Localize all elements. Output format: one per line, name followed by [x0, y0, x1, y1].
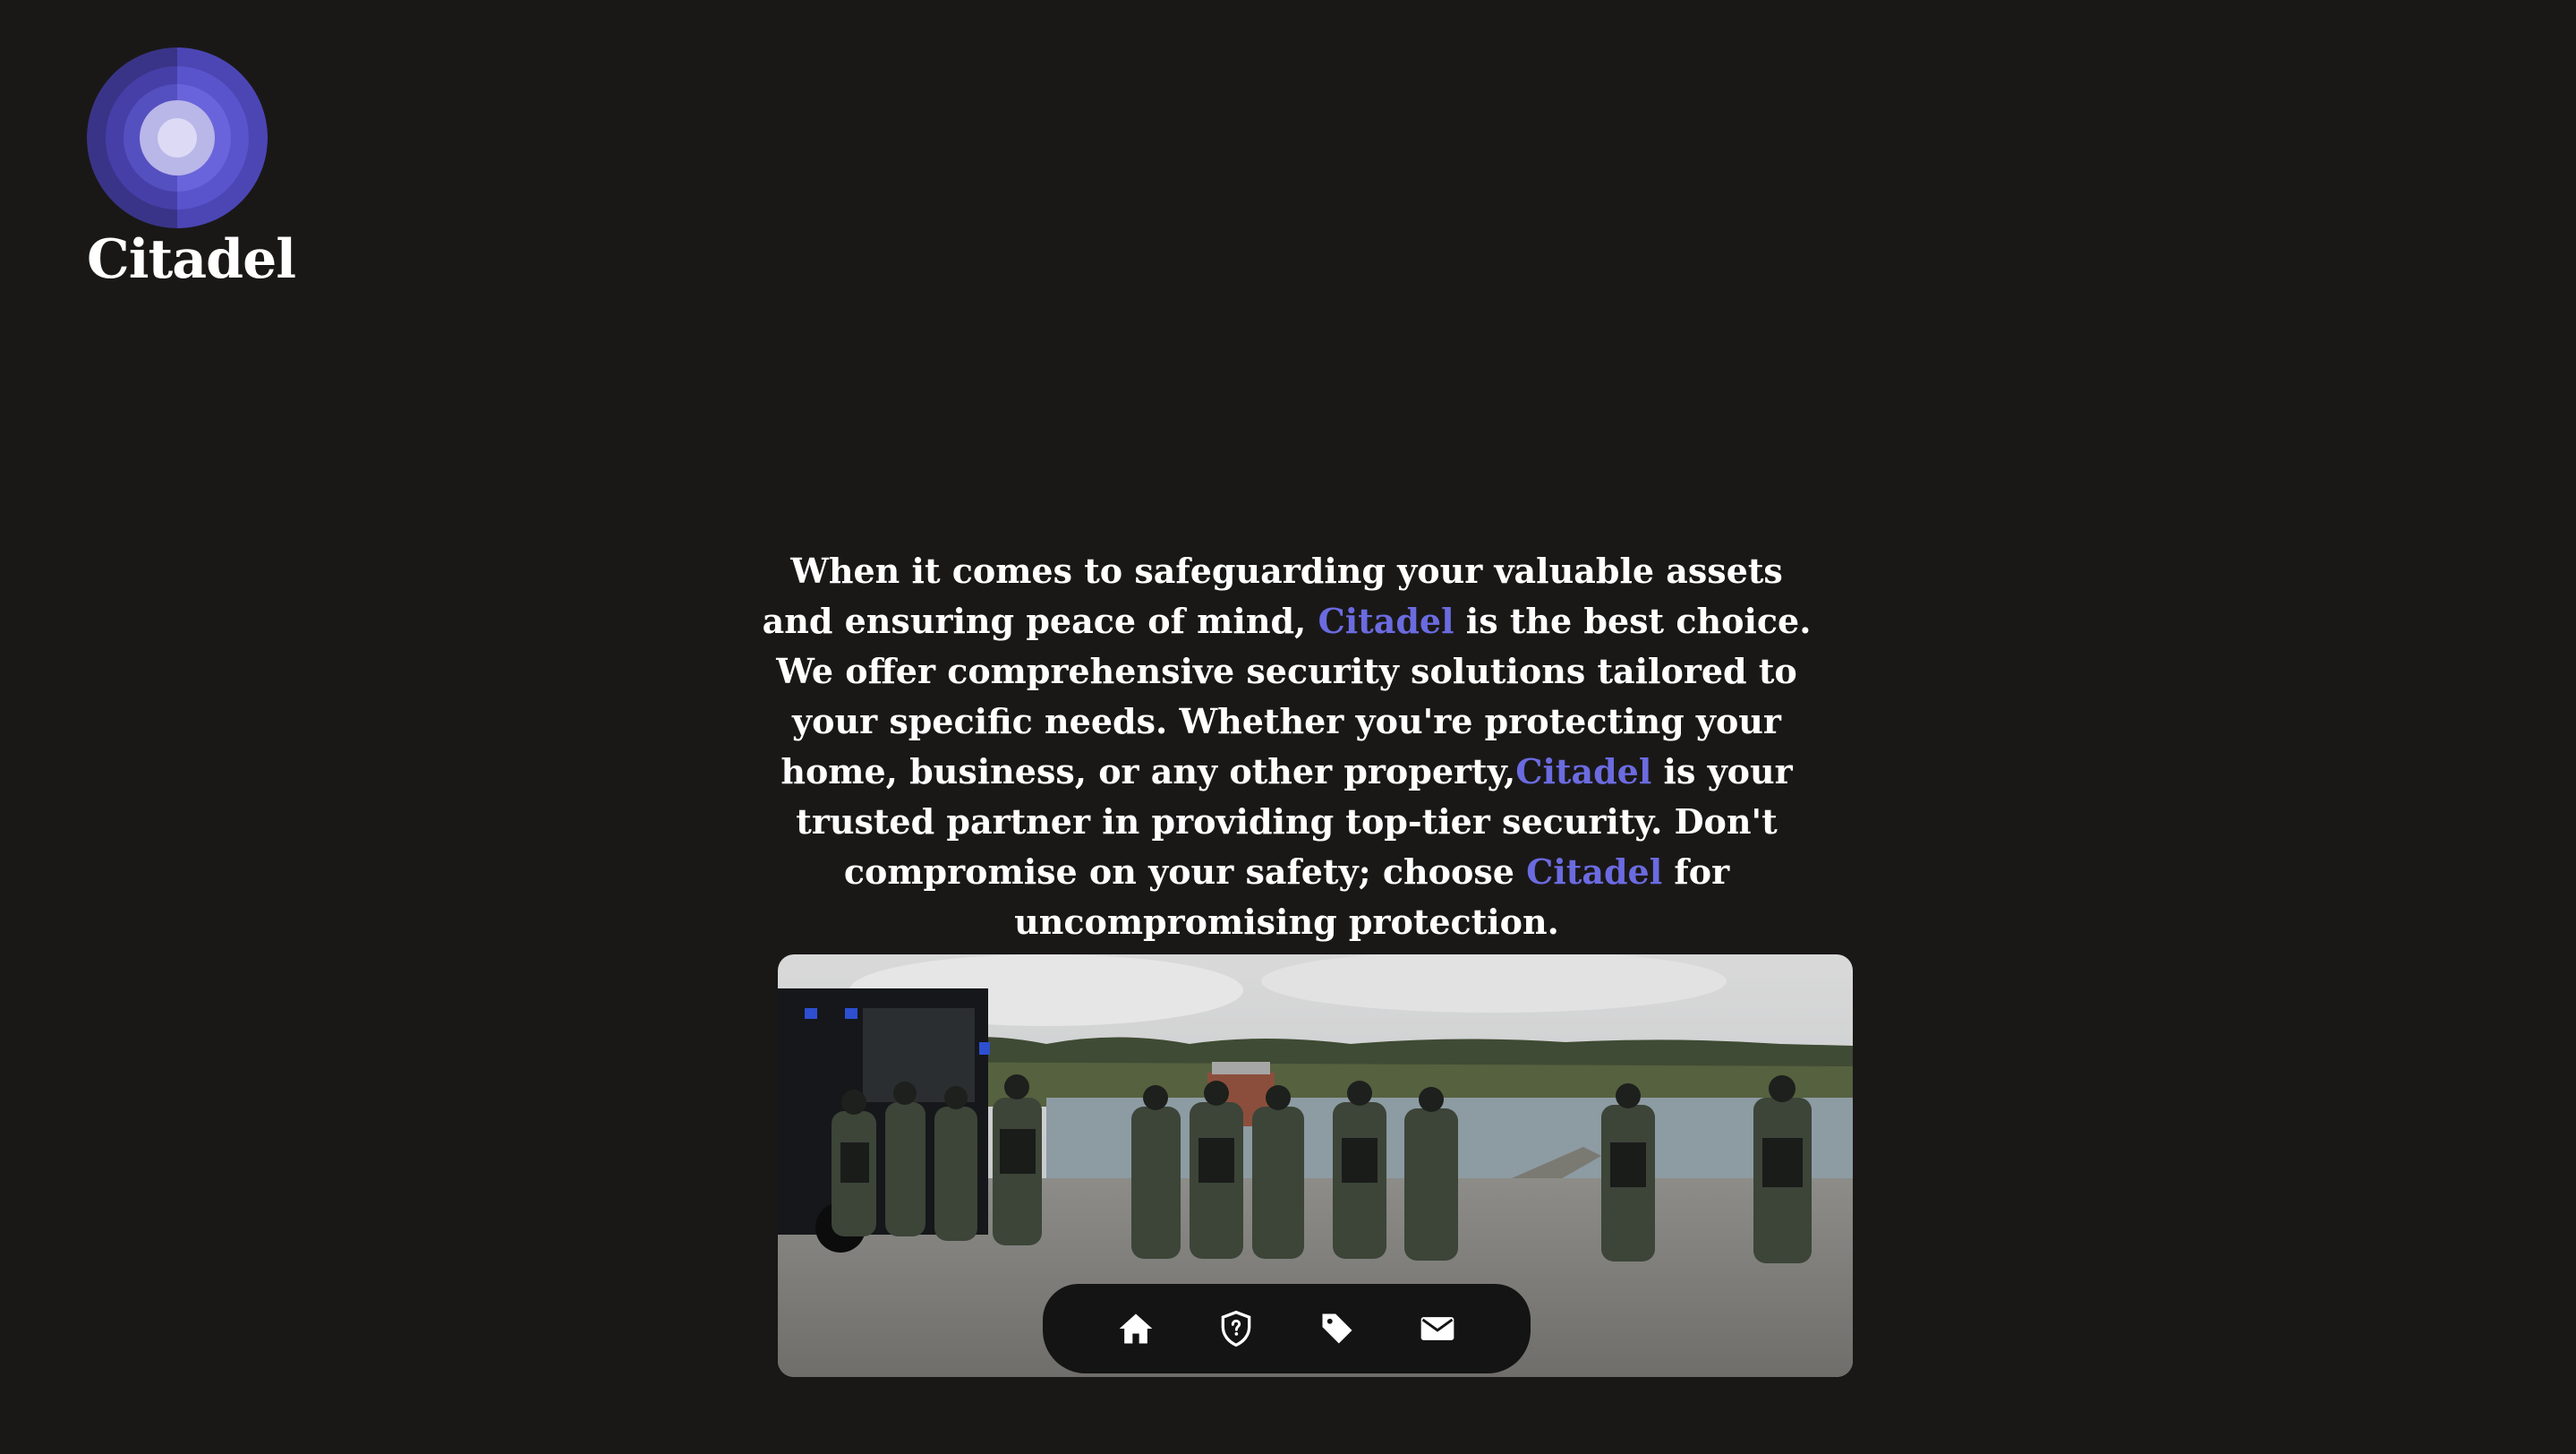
home-icon [1119, 1313, 1153, 1344]
brand-highlight: Citadel [1318, 601, 1454, 641]
nav-home-button[interactable] [1107, 1300, 1164, 1357]
shield-question-icon [1222, 1310, 1251, 1347]
logo-emblem[interactable] [87, 47, 268, 228]
nav-pricing-button[interactable] [1309, 1300, 1366, 1357]
intro-paragraph: When it comes to safeguarding your valua… [752, 546, 1821, 947]
brand-name: Citadel [87, 228, 296, 291]
brand-highlight: Citadel [1526, 851, 1663, 892]
brand-highlight: Citadel [1515, 751, 1652, 791]
mail-icon [1420, 1317, 1454, 1340]
tag-icon [1322, 1313, 1352, 1344]
nav-contact-button[interactable] [1409, 1300, 1466, 1357]
nav-security-button[interactable] [1207, 1300, 1265, 1357]
bottom-nav [1043, 1284, 1531, 1373]
logo-icon [87, 47, 268, 228]
